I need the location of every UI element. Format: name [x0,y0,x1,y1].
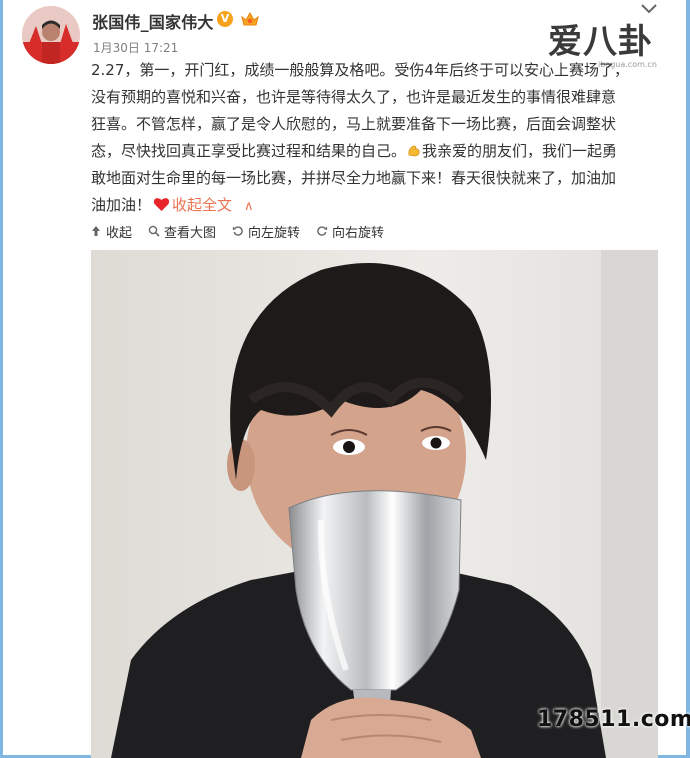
collapse-text-label: 收起全文 [172,196,233,214]
flexed-biceps-icon [408,145,420,157]
rotate-left-icon [232,226,243,236]
vip-crown-icon[interactable] [240,10,260,28]
rotate-right-icon [317,226,328,236]
watermark-logo-text: 爱八卦 [548,22,653,62]
avatar[interactable] [22,6,80,64]
rotate-right-button[interactable]: 向右旋转 [316,222,384,241]
view-large-button[interactable]: 查看大图 [148,222,216,241]
post-text: 2.27，第一，开门红，成绩一般般算及格吧。受伤4年后终于可以安心上赛场了， 没… [91,57,661,219]
post-text-line: 狂喜。不管怎样，赢了是令人欣慰的，马上就要准备下一场比赛，后面会调整状 [91,115,617,133]
post-text-line: 敢地面对生命里的每一场比赛，并拼尽全力地赢下来！春天很快就来了，加油加 [91,169,617,187]
chevron-up-icon: ∧ [244,199,254,214]
post-text-line-4: 态，尽快找回真正享受比赛过程和结果的自己。 我亲爱的朋友们，我们一起勇 [91,138,661,165]
avatar-image [22,6,80,64]
post-text-line: 没有预期的喜悦和兴奋，也许是等待得太久了，也许是最近发生的事情很难肆意 [91,88,617,106]
verified-icon: V [217,11,233,27]
rotate-right-button-label: 向右旋转 [332,225,385,241]
post-text-segment: 态，尽快找回真正享受比赛过程和结果的自己。 [91,142,407,160]
post-text-segment: 我亲爱的朋友们，我们一起勇 [422,142,618,160]
rotate-left-button-label: 向左旋转 [248,225,301,241]
window-frame-left [0,0,3,758]
post-text-line-7: 油加油！ 收起全文 ∧ [91,192,661,219]
post-photo-image [91,250,658,758]
username[interactable]: 张国伟_国家伟大 [92,9,214,33]
magnifier-icon [148,225,160,237]
post-time[interactable]: 1月30日 17:21 [93,39,178,56]
rotate-left-button[interactable]: 向左旋转 [232,222,300,241]
arrow-up-icon [92,226,100,236]
collapse-button-label: 收起 [106,225,133,241]
post-text-segment: 油加油！ [91,196,152,214]
window-frame-right [686,0,690,758]
media-toolbar: 收起 查看大图 向左旋转 向右旋转 [90,222,400,241]
post-photo[interactable] [91,250,658,758]
heart-icon [153,198,170,211]
collapse-button[interactable]: 收起 [90,222,132,241]
view-large-button-label: 查看大图 [164,225,217,241]
post-text-line: 2.27，第一，开门红，成绩一般般算及格吧。受伤4年后终于可以安心上赛场了， [91,61,629,79]
watermark-site: 178511.com [537,707,690,732]
collapse-text-link[interactable]: 收起全文 ∧ [172,196,254,214]
